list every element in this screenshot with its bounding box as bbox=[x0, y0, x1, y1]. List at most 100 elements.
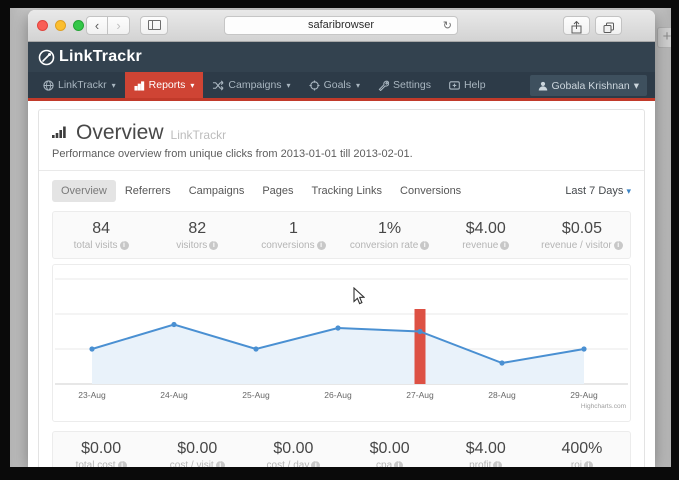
tab-conversions[interactable]: Conversions bbox=[391, 180, 470, 202]
share-button[interactable] bbox=[563, 16, 590, 35]
stat-revenue: $4.00revenuei bbox=[438, 220, 534, 251]
nav-item-label: Reports bbox=[149, 79, 186, 91]
stat-value: 1% bbox=[342, 220, 438, 238]
reload-icon[interactable]: ↻ bbox=[443, 18, 452, 35]
site-logo[interactable]: LinkTrackr bbox=[38, 48, 142, 66]
visits-chart[interactable]: 23-Aug24-Aug25-Aug26-Aug27-Aug28-Aug29-A… bbox=[53, 266, 630, 416]
info-icon[interactable]: i bbox=[120, 241, 129, 250]
history-nav: ‹ › bbox=[86, 16, 130, 35]
info-icon[interactable]: i bbox=[614, 241, 623, 250]
nav-item-label: Goals bbox=[324, 79, 351, 91]
nav-item-help[interactable]: Help bbox=[440, 72, 495, 98]
tabs-overview-icon bbox=[603, 22, 615, 34]
svg-text:28-Aug: 28-Aug bbox=[488, 390, 516, 400]
nav-help-icon bbox=[449, 80, 460, 90]
nav-reports-icon bbox=[134, 80, 145, 91]
stat-total-cost: $0.00total costi bbox=[53, 440, 149, 469]
nav-item-linktrackr[interactable]: LinkTrackr ▾ bbox=[34, 72, 125, 98]
minimize-window-button[interactable] bbox=[55, 20, 66, 31]
address-bar[interactable]: safaribrowser ↻ bbox=[224, 16, 458, 35]
stat-value: 82 bbox=[149, 220, 245, 238]
tab-campaigns[interactable]: Campaigns bbox=[180, 180, 254, 202]
overview-card: Overview LinkTrackr Performance overview… bbox=[38, 109, 645, 469]
chart-panel: 23-Aug24-Aug25-Aug26-Aug27-Aug28-Aug29-A… bbox=[52, 264, 631, 422]
info-icon[interactable]: i bbox=[209, 241, 218, 250]
tab-tracking-links[interactable]: Tracking Links bbox=[303, 180, 392, 202]
nav-item-label: LinkTrackr bbox=[58, 79, 107, 91]
daterange-label: Last 7 Days bbox=[565, 185, 623, 197]
nav-item-label: Settings bbox=[393, 79, 431, 91]
svg-text:27-Aug: 27-Aug bbox=[406, 390, 434, 400]
zoom-window-button[interactable] bbox=[73, 20, 84, 31]
svg-text:Highcharts.com: Highcharts.com bbox=[581, 403, 626, 410]
nav-item-label: Campaigns bbox=[228, 79, 281, 91]
frame-border bbox=[0, 0, 10, 480]
stats-panel-top: 84total visitsi82visitorsi1conversionsi1… bbox=[52, 211, 631, 259]
daterange-dropdown[interactable]: Last 7 Days ▾ bbox=[565, 185, 631, 197]
stat-label: total visitsi bbox=[53, 240, 149, 251]
stat-label: conversion ratei bbox=[342, 240, 438, 251]
nav-settings-icon bbox=[378, 80, 389, 91]
stat-value: $0.00 bbox=[149, 440, 245, 458]
address-bar-text: safaribrowser bbox=[308, 19, 374, 31]
share-icon bbox=[571, 21, 582, 34]
chevron-down-icon: ▾ bbox=[190, 81, 194, 90]
sidebar-toggle-button[interactable] bbox=[140, 16, 168, 35]
stat-value: 400% bbox=[534, 440, 630, 458]
nav-item-settings[interactable]: Settings bbox=[369, 72, 440, 98]
show-all-tabs-button[interactable] bbox=[595, 16, 622, 35]
logo-icon bbox=[38, 49, 55, 66]
stat-value: 1 bbox=[245, 220, 341, 238]
nav-item-campaigns[interactable]: Campaigns ▾ bbox=[203, 72, 299, 98]
title-row: Overview LinkTrackr bbox=[52, 121, 631, 145]
site-header: LinkTrackr bbox=[28, 42, 655, 72]
tab-referrers[interactable]: Referrers bbox=[116, 180, 180, 202]
info-icon[interactable]: i bbox=[317, 241, 326, 250]
frame-border bbox=[0, 0, 679, 8]
nav-item-reports[interactable]: Reports ▾ bbox=[125, 72, 204, 98]
tab-overview[interactable]: Overview bbox=[52, 180, 116, 202]
stat-value: $0.00 bbox=[342, 440, 438, 458]
divider bbox=[39, 170, 644, 171]
stat-value: $0.00 bbox=[53, 440, 149, 458]
browser-window: ‹ › safaribrowser ↻ bbox=[28, 10, 655, 469]
stat-cost-visit: $0.00cost / visiti bbox=[149, 440, 245, 469]
stat-conversion-rate: 1% conversion ratei bbox=[342, 220, 438, 251]
stat-cpa: $0.00cpai bbox=[342, 440, 438, 469]
user-menu-button[interactable]: Gobala Krishnan ▾ bbox=[530, 75, 648, 96]
nav-item-label: Help bbox=[464, 79, 486, 91]
stat-roi: 400%roii bbox=[534, 440, 630, 469]
main-nav: LinkTrackr ▾ Reports ▾ Campaigns ▾ bbox=[28, 72, 655, 101]
stat-value: $0.00 bbox=[245, 440, 341, 458]
chevron-down-icon: ▾ bbox=[634, 80, 639, 92]
stat-visitors: 82visitorsi bbox=[149, 220, 245, 251]
stat-value: $0.05 bbox=[534, 220, 630, 238]
cursor-icon bbox=[353, 287, 365, 305]
back-button[interactable]: ‹ bbox=[86, 16, 108, 35]
stats-panel-bottom: $0.00total costi$0.00cost / visiti$0.00c… bbox=[52, 431, 631, 469]
nav-globe-icon bbox=[43, 80, 54, 91]
info-icon[interactable]: i bbox=[500, 241, 509, 250]
back-icon: ‹ bbox=[95, 18, 99, 33]
page-subtitle: Performance overview from unique clicks … bbox=[52, 148, 631, 160]
user-name: Gobala Krishnan bbox=[552, 80, 630, 92]
nav-item-goals[interactable]: Goals ▾ bbox=[300, 72, 369, 98]
chevron-down-icon: ▾ bbox=[287, 81, 291, 90]
stat-profit: $4.00profiti bbox=[438, 440, 534, 469]
sidebar-icon bbox=[148, 20, 161, 30]
stat-cost-day: $0.00cost / dayi bbox=[245, 440, 341, 469]
window-controls bbox=[37, 20, 84, 31]
stat-total-visits: 84 total visitsi bbox=[53, 220, 149, 251]
forward-button[interactable]: › bbox=[108, 16, 130, 35]
overview-icon bbox=[52, 124, 69, 139]
info-icon[interactable]: i bbox=[420, 241, 429, 250]
close-window-button[interactable] bbox=[37, 20, 48, 31]
stat-value: 84 bbox=[53, 220, 149, 238]
chevron-down-icon: ▾ bbox=[112, 81, 116, 90]
browser-titlebar: ‹ › safaribrowser ↻ bbox=[28, 10, 655, 42]
page-title-suffix: LinkTrackr bbox=[171, 128, 227, 142]
tab-pages[interactable]: Pages bbox=[253, 180, 302, 202]
nav-campaigns-icon bbox=[212, 80, 224, 91]
svg-text:26-Aug: 26-Aug bbox=[324, 390, 352, 400]
frame-border bbox=[0, 467, 679, 480]
